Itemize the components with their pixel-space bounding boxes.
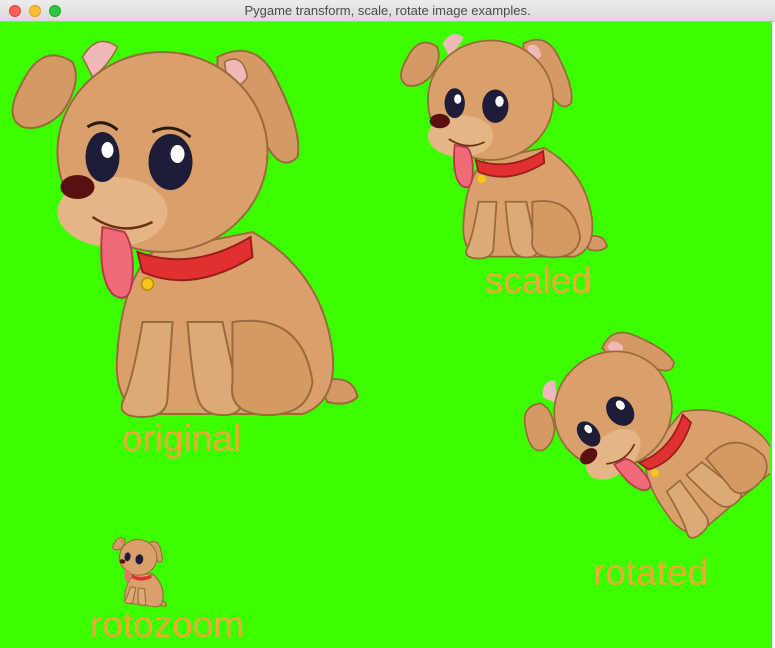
window-title: Pygame transform, scale, rotate image ex… xyxy=(244,3,531,18)
original-label: original xyxy=(122,418,242,459)
app-window: Pygame transform, scale, rotate image ex… xyxy=(0,0,775,648)
rotated-label: rotated xyxy=(593,552,709,593)
scaled-label: scaled xyxy=(485,260,592,301)
pygame-canvas: original scaled rotated rotozoom xyxy=(0,22,775,648)
title-bar[interactable]: Pygame transform, scale, rotate image ex… xyxy=(0,0,775,22)
puppy-original-icon xyxy=(11,40,359,419)
puppy-scaled-icon xyxy=(400,34,608,260)
rotozoom-label: rotozoom xyxy=(90,604,245,645)
puppy-rotated-icon xyxy=(523,331,770,539)
